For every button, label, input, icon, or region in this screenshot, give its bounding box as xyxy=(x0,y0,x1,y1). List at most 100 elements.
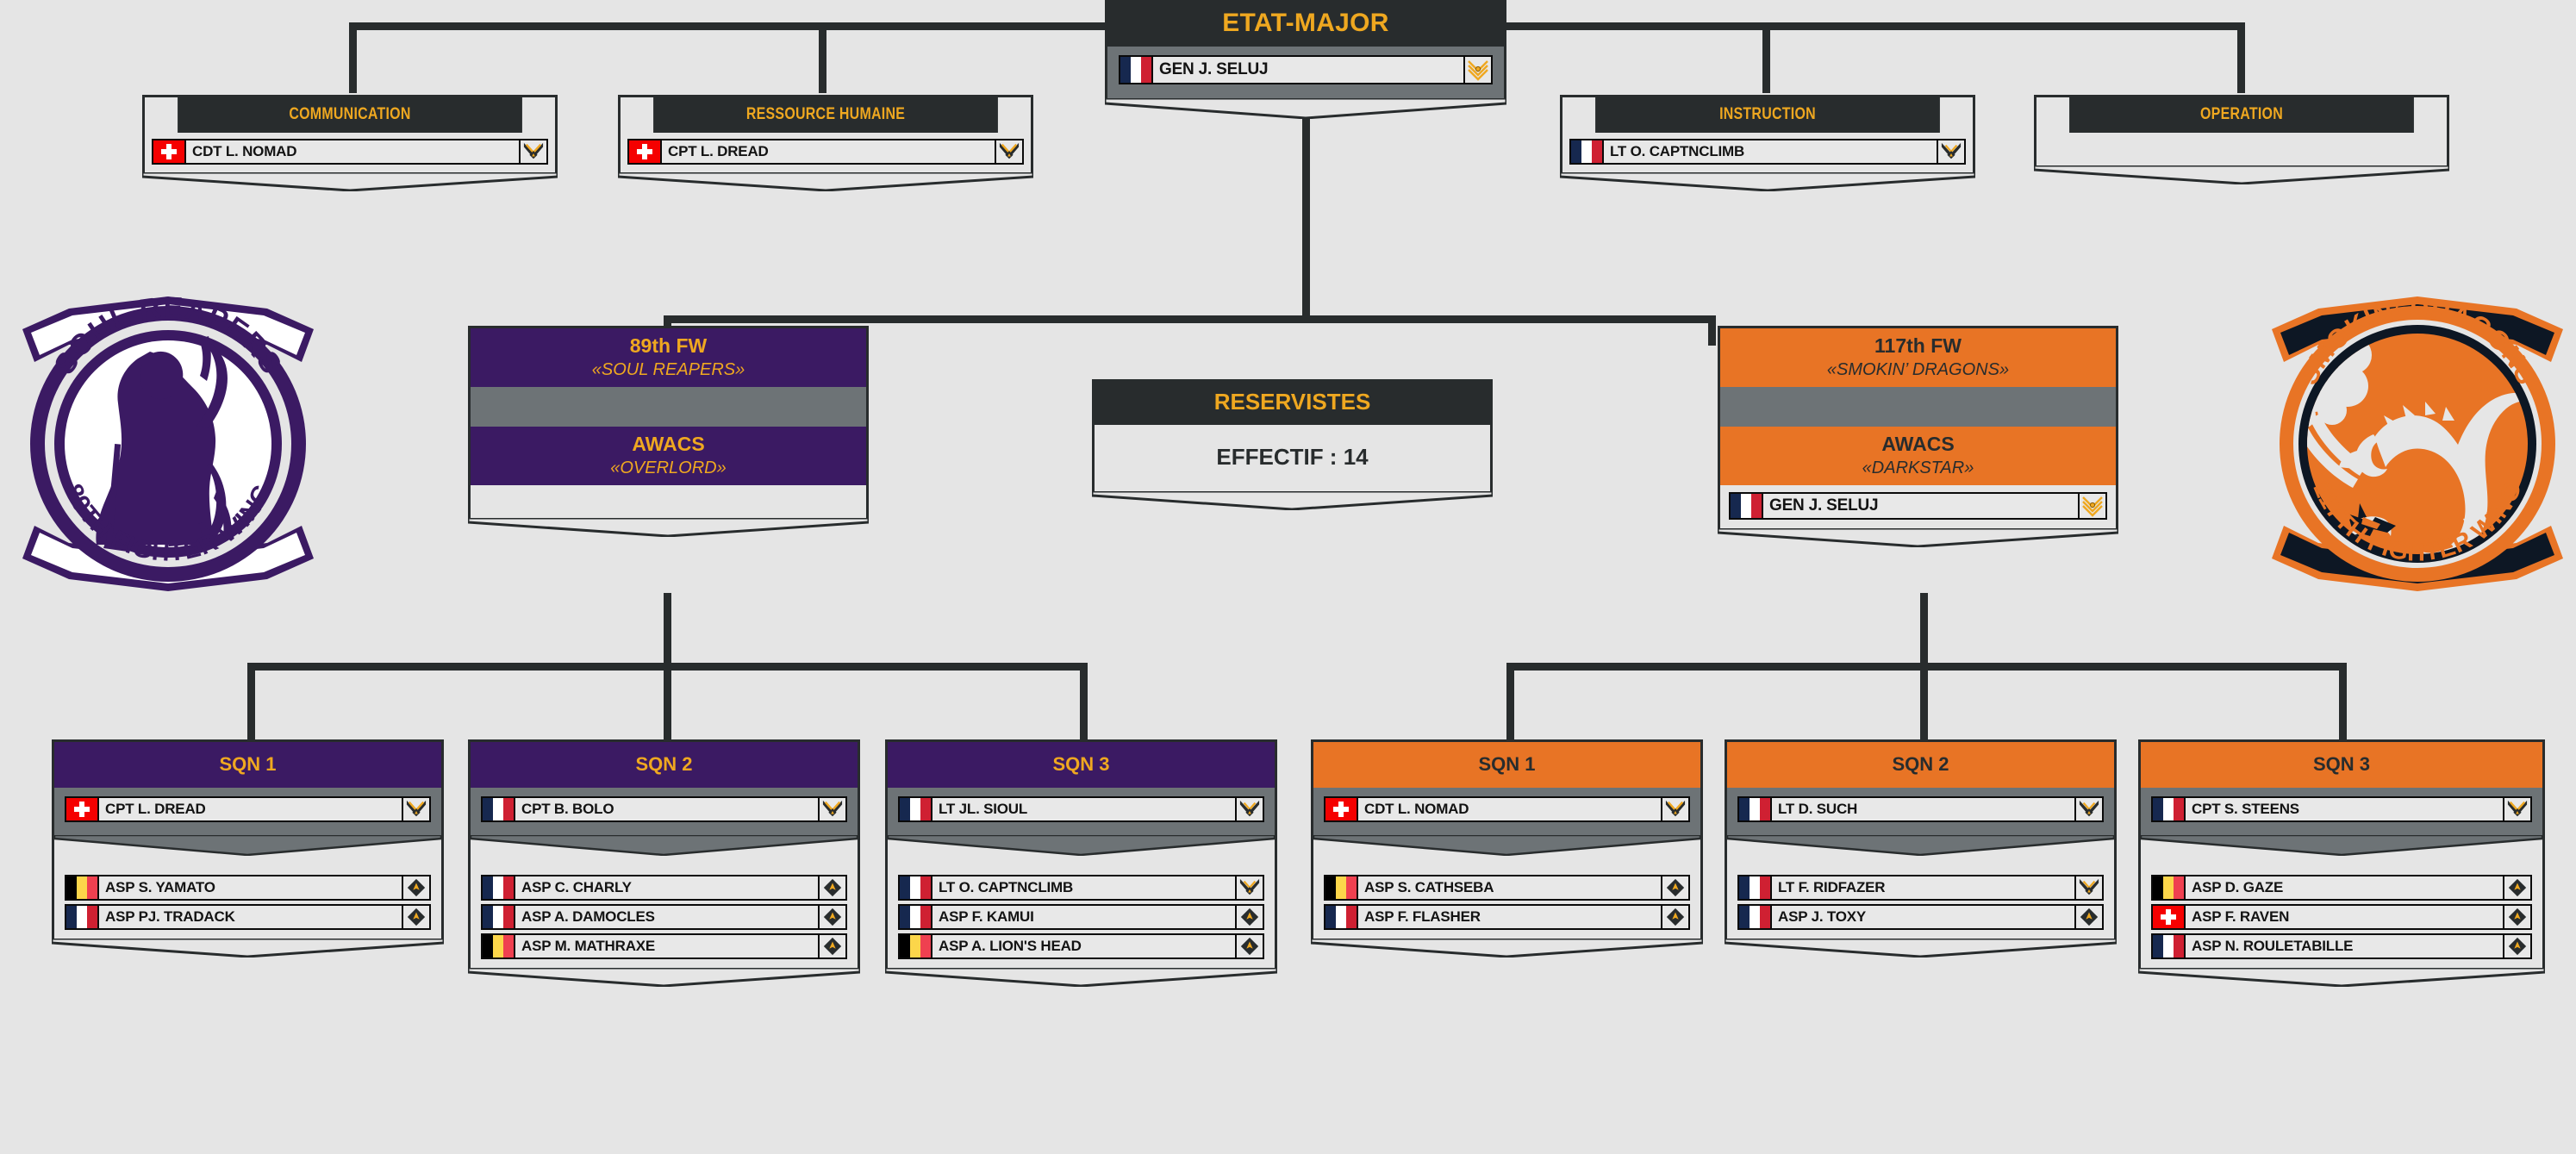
squadron-members: ASP D. GAZE ASP F. RAVEN ASP N. ROULETAB… xyxy=(2141,856,2542,968)
squadron-card-117th-sqn1: SQN 1 CDT L. NOMAD ASP S. CATHSEBA ASP F… xyxy=(1311,739,1703,958)
rank-asp-icon xyxy=(1661,906,1688,928)
rank-officer-icon xyxy=(1661,798,1688,820)
person-row[interactable]: ASP F. KAMUI xyxy=(898,904,1264,930)
flag-fr-icon xyxy=(1739,876,1772,899)
etat-major-card: ETAT-MAJOR GEN J. SELUJ xyxy=(1105,0,1506,119)
card-notch xyxy=(885,968,1277,987)
person-row[interactable]: ASP C. CHARLY xyxy=(481,875,847,901)
flag-be-icon xyxy=(1325,876,1358,899)
card-notch xyxy=(1105,98,1506,119)
person-row[interactable]: ASP PJ. TRADACK xyxy=(65,904,431,930)
org-chart-canvas: ETAT-MAJOR GEN J. SELUJ COMMUNICATION CD… xyxy=(0,0,2576,1154)
department-title: INSTRUCTION xyxy=(1595,97,1940,133)
rank-asp-icon xyxy=(818,935,845,958)
person-row[interactable]: GEN J. SELUJ xyxy=(1729,492,2107,520)
person-row[interactable]: GEN J. SELUJ xyxy=(1119,55,1493,84)
person-row[interactable]: CPT B. BOLO xyxy=(481,796,847,822)
squadron-title: SQN 3 xyxy=(888,742,1275,788)
card-notch xyxy=(1560,172,1975,191)
person-name: LT O. CAPTNCLIMB xyxy=(1610,143,1745,159)
person-row[interactable]: ASP S. CATHSEBA xyxy=(1324,875,1690,901)
person-row[interactable]: ASP N. ROULETABILLE xyxy=(2151,933,2532,959)
flag-be-icon xyxy=(2153,876,2186,899)
rank-asp-icon xyxy=(2503,935,2530,958)
person-name: LT O. CAPTNCLIMB xyxy=(939,879,1074,895)
person-row[interactable]: ASP S. YAMATO xyxy=(65,875,431,901)
squadron-title: SQN 3 xyxy=(2141,742,2542,788)
squadron-divider-notch xyxy=(54,835,441,856)
person-row[interactable]: CPT L. DREAD xyxy=(627,139,1024,165)
squadron-commander: LT D. SUCH xyxy=(1727,788,2114,836)
department-title: COMMUNICATION xyxy=(178,97,522,133)
person-name: CDT L. NOMAD xyxy=(1364,801,1469,817)
flag-fr-icon xyxy=(1731,494,1763,518)
squadron-card-117th-sqn3: SQN 3 CPT S. STEENS ASP D. GAZE ASP F. R… xyxy=(2138,739,2545,987)
squadron-divider-notch xyxy=(2141,835,2542,856)
flag-fr-icon xyxy=(1739,906,1772,928)
rank-officer-icon xyxy=(818,798,845,820)
wing-header: 89th FW «SOUL REAPERS» xyxy=(471,328,866,387)
person-name: GEN J. SELUJ xyxy=(1769,496,1879,515)
rank-lt-icon xyxy=(2074,798,2102,820)
department-card-ressource-humaine: RESSOURCE HUMAINE CPT L. DREAD xyxy=(618,95,1033,191)
card-notch xyxy=(1311,939,1703,958)
etat-major-members: GEN J. SELUJ xyxy=(1107,47,1504,98)
rank-asp-icon xyxy=(1661,876,1688,899)
wing-grey-band xyxy=(471,387,866,427)
flag-fr-icon xyxy=(2153,798,2186,820)
person-row[interactable]: CPT S. STEENS xyxy=(2151,796,2532,822)
person-row[interactable]: CPT L. DREAD xyxy=(65,796,431,822)
squadron-card-117th-sqn2: SQN 2 LT D. SUCH LT F. RIDFAZER ASP J. T… xyxy=(1725,739,2117,958)
person-row[interactable]: LT D. SUCH xyxy=(1737,796,2104,822)
awacs-nickname: «DARKSTAR» xyxy=(1862,458,1974,477)
rank-officer-icon xyxy=(995,140,1022,163)
card-notch xyxy=(468,518,869,537)
person-name: CPT L. DREAD xyxy=(668,143,769,159)
person-row[interactable]: ASP F. RAVEN xyxy=(2151,904,2532,930)
squadron-members: ASP S. CATHSEBA ASP F. FLASHER xyxy=(1313,856,1700,939)
person-row[interactable]: LT F. RIDFAZER xyxy=(1737,875,2104,901)
department-title: RESSOURCE HUMAINE xyxy=(653,97,998,133)
person-row[interactable]: CDT L. NOMAD xyxy=(1324,796,1690,822)
person-row[interactable]: ASP A. DAMOCLES xyxy=(481,904,847,930)
awacs-nickname: «OVERLORD» xyxy=(610,458,727,477)
person-row[interactable]: LT O. CAPTNCLIMB xyxy=(898,875,1264,901)
card-notch xyxy=(618,172,1033,191)
person-name: CPT B. BOLO xyxy=(521,801,614,817)
squadron-divider-notch xyxy=(471,835,858,856)
squadron-divider-notch xyxy=(1727,835,2114,856)
person-row[interactable]: ASP F. FLASHER xyxy=(1324,904,1690,930)
flag-fr-icon xyxy=(900,906,932,928)
flag-ch-icon xyxy=(153,140,186,163)
person-row[interactable]: CDT L. NOMAD xyxy=(152,139,548,165)
person-row[interactable]: ASP A. LION'S HEAD xyxy=(898,933,1264,959)
rank-asp-icon xyxy=(402,876,429,899)
person-row[interactable]: ASP J. TOXY xyxy=(1737,904,2104,930)
rank-lt-icon xyxy=(2074,876,2102,899)
person-name: ASP S. YAMATO xyxy=(105,879,215,895)
reservistes-effectif: EFFECTIF : 14 xyxy=(1095,425,1490,491)
patch-117th-smokin-dragons: SMOKIN’ DRAGONS 117TH FIGHTER WING xyxy=(2258,259,2576,629)
wing-card-117th: 117th FW «SMOKIN’ DRAGONS» AWACS «DARKST… xyxy=(1718,326,2118,547)
person-row[interactable]: LT O. CAPTNCLIMB xyxy=(1569,139,1966,165)
squadron-members: LT O. CAPTNCLIMB ASP F. KAMUI ASP A. LIO… xyxy=(888,856,1275,968)
person-row[interactable]: LT JL. SIOUL xyxy=(898,796,1264,822)
wing-title: 89th FW xyxy=(629,334,708,357)
squadron-title: SQN 1 xyxy=(54,742,441,788)
wing-header: 117th FW «SMOKIN’ DRAGONS» xyxy=(1720,328,2116,387)
wing-card-89th: 89th FW «SOUL REAPERS» AWACS «OVERLORD» xyxy=(468,326,869,537)
flag-fr-icon xyxy=(900,798,932,820)
card-notch xyxy=(1725,939,2117,958)
flag-fr-icon xyxy=(483,906,515,928)
rank-gen-icon xyxy=(1463,57,1491,83)
squadron-commander: CPT S. STEENS xyxy=(2141,788,2542,836)
rank-officer-icon xyxy=(402,798,429,820)
rank-officer-icon xyxy=(2503,798,2530,820)
person-name: CPT S. STEENS xyxy=(2192,801,2299,817)
flag-be-icon xyxy=(483,935,515,958)
flag-ch-icon xyxy=(1325,798,1358,820)
person-row[interactable]: ASP D. GAZE xyxy=(2151,875,2532,901)
department-title: OPERATION xyxy=(2069,97,2414,133)
person-row[interactable]: ASP M. MATHRAXE xyxy=(481,933,847,959)
squadron-members: LT F. RIDFAZER ASP J. TOXY xyxy=(1727,856,2114,939)
